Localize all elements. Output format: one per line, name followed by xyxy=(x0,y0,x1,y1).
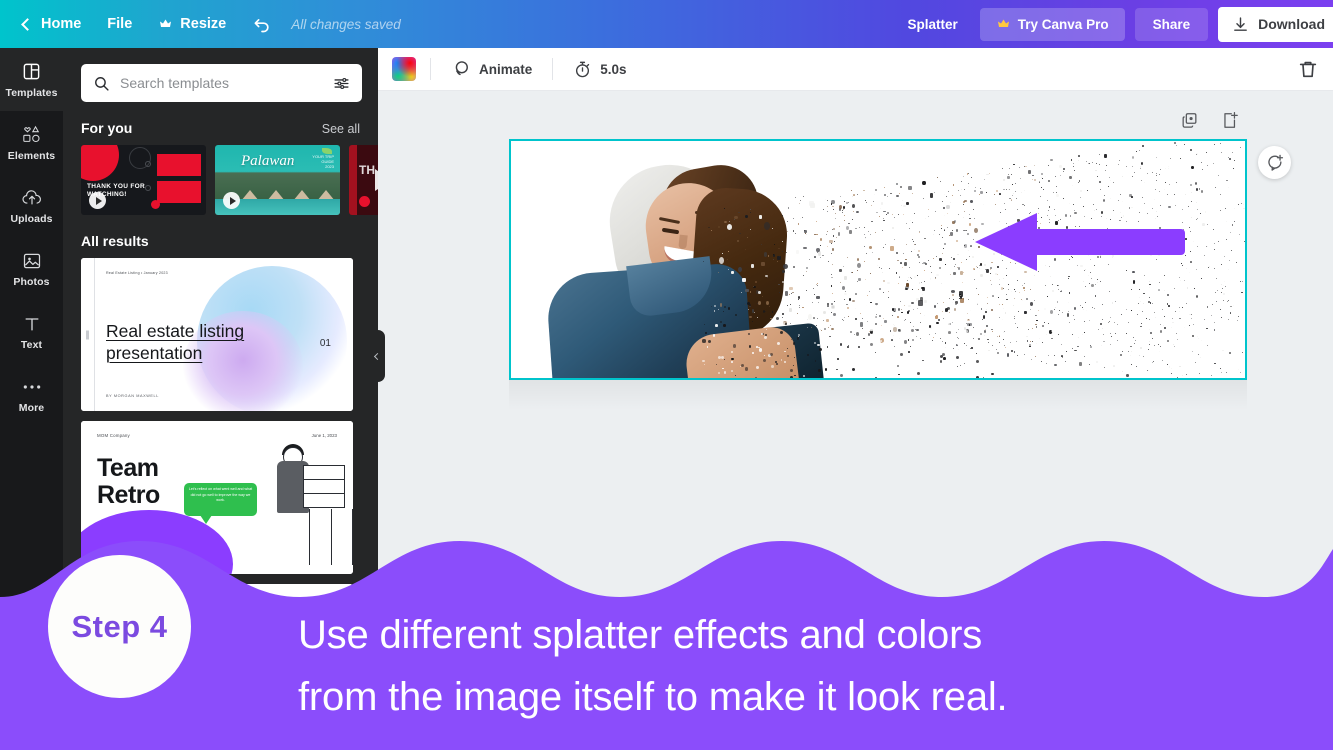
sidebar-item-label: Templates xyxy=(5,86,58,99)
shapes-icon xyxy=(21,124,42,146)
thumb-line-1: THANK YOU FOR xyxy=(87,183,145,190)
page-shadow xyxy=(509,380,1247,410)
card-byline: BY MORGAN MAXWELL xyxy=(106,394,159,398)
play-icon xyxy=(89,192,106,209)
add-page-icon[interactable] xyxy=(1221,111,1240,130)
animate-circles-icon xyxy=(455,61,468,76)
share-label: Share xyxy=(1152,16,1191,32)
chevron-left-icon xyxy=(21,17,34,31)
banner-content: Step 4 Use different splatter effects an… xyxy=(0,555,1333,750)
sidebar-item-label: Elements xyxy=(7,149,56,162)
template-card-team-retro[interactable]: MOM Company June 1, 2023 Team Retro Let's… xyxy=(81,421,353,574)
for-you-see-all-link[interactable]: See all xyxy=(322,122,360,136)
crown-icon xyxy=(997,19,1009,27)
chevron-left-icon xyxy=(373,352,381,360)
card-eyebrow: Real Estate Listing • January 2023 xyxy=(106,271,168,275)
ellipsis-icon xyxy=(22,376,42,398)
resize-button[interactable]: Resize xyxy=(145,9,239,39)
panel-collapse-handle[interactable] xyxy=(371,330,385,382)
step-label: Step 4 xyxy=(71,608,168,644)
document-title[interactable]: Splatter xyxy=(896,10,970,39)
card-company: MOM Company xyxy=(97,433,130,438)
add-comment-button[interactable] xyxy=(1258,146,1291,179)
banner-line-1: Use different splatter effects and color… xyxy=(298,613,983,657)
play-icon xyxy=(223,192,240,209)
stopwatch-icon xyxy=(576,61,590,77)
file-label: File xyxy=(107,16,133,32)
try-pro-label: Try Canva Pro xyxy=(1017,16,1109,32)
download-label: Download xyxy=(1258,16,1325,32)
card-date: June 1, 2023 xyxy=(311,433,337,438)
toolbar-divider xyxy=(430,58,431,80)
file-menu-button[interactable]: File xyxy=(94,9,145,39)
sidebar-item-label: Text xyxy=(20,338,43,351)
duration-label: 5.0s xyxy=(600,61,627,77)
templates-grid-icon xyxy=(22,61,41,83)
top-bar: Home File Resize All changes saved Splat… xyxy=(0,0,1333,48)
for-you-header: For you See all xyxy=(63,102,378,145)
undo-arrow-icon xyxy=(254,19,269,33)
all-results-title: All results xyxy=(81,233,149,249)
design-page[interactable] xyxy=(509,139,1247,380)
add-comment-icon xyxy=(1268,154,1284,171)
sidebar-item-elements[interactable]: Elements xyxy=(0,111,63,174)
animate-label: Animate xyxy=(479,61,533,77)
share-button[interactable]: Share xyxy=(1134,7,1209,41)
sidebar-item-uploads[interactable]: Uploads xyxy=(0,174,63,237)
search-container xyxy=(63,48,378,102)
thumb-caption: YOUR TRIP GUIDE 2023 xyxy=(312,154,334,169)
purple-left-arrow[interactable] xyxy=(975,213,1185,271)
sidebar-item-label: Uploads xyxy=(10,212,53,225)
for-you-thumbnail-row: THANK YOU FOR WATCHING! Palawan YOUR TRI… xyxy=(63,145,378,215)
editor-toolbar: Animate 5.0s xyxy=(378,48,1333,91)
thumb-title: Palawan xyxy=(241,153,295,169)
editor-toolbar-right xyxy=(1297,58,1319,80)
sidebar-item-text[interactable]: Text xyxy=(0,300,63,363)
search-box[interactable] xyxy=(81,64,362,102)
template-thumbnail[interactable]: Palawan YOUR TRIP GUIDE 2023 xyxy=(215,145,340,215)
duration-button[interactable]: 5.0s xyxy=(567,55,632,84)
card-title: Real estate listing presentation xyxy=(106,321,245,363)
home-button[interactable]: Home xyxy=(10,9,94,39)
sidebar-item-photos[interactable]: Photos xyxy=(0,237,63,300)
try-canva-pro-button[interactable]: Try Canva Pro xyxy=(979,7,1125,41)
image-icon xyxy=(22,250,42,272)
text-t-icon xyxy=(22,313,42,335)
step-badge: Step 4 xyxy=(48,555,191,698)
template-card-real-estate[interactable]: Real Estate Listing • January 2023 Real … xyxy=(81,258,353,411)
toolbar-divider xyxy=(552,58,554,80)
trash-icon[interactable] xyxy=(1297,58,1319,80)
sidebar-item-more[interactable]: More xyxy=(0,363,63,426)
cloud-upload-icon xyxy=(21,187,43,209)
home-label: Home xyxy=(41,16,82,32)
search-input[interactable] xyxy=(120,75,323,91)
banner-line-2: from the image itself to make it look re… xyxy=(298,675,1008,719)
animate-button[interactable]: Animate xyxy=(445,54,538,84)
template-thumbnail[interactable]: TH xyxy=(349,145,378,215)
top-bar-right-group: Splatter Try Canva Pro Share Download xyxy=(896,6,1333,42)
for-you-title: For you xyxy=(81,120,133,136)
card-title: Team Retro xyxy=(97,454,160,509)
card-bubble-text: Let's reflect on what went well and what… xyxy=(188,487,253,503)
sidebar-item-label: Photos xyxy=(13,275,50,288)
search-icon xyxy=(95,76,109,91)
save-status-label: All changes saved xyxy=(291,16,401,32)
download-icon xyxy=(1234,16,1247,31)
top-bar-left-group: Home File Resize All changes saved xyxy=(0,7,401,41)
undo-button[interactable] xyxy=(239,7,285,41)
page-tools xyxy=(1180,111,1240,130)
banner-instruction-text: Use different splatter effects and color… xyxy=(298,604,1308,728)
rainbow-color-swatch[interactable] xyxy=(392,57,416,81)
card-number: 01 xyxy=(319,338,331,349)
sidebar-item-label: More xyxy=(18,401,45,414)
duplicate-page-icon[interactable] xyxy=(1180,111,1199,130)
sliders-filter-icon[interactable] xyxy=(333,75,350,92)
resize-label: Resize xyxy=(180,16,227,32)
sidebar-item-templates[interactable]: Templates xyxy=(0,48,63,111)
all-results-header: All results xyxy=(63,215,378,258)
download-button[interactable]: Download xyxy=(1218,6,1333,42)
thumb-title: TH xyxy=(359,163,375,177)
crown-icon xyxy=(160,19,172,27)
template-thumbnail[interactable]: THANK YOU FOR WATCHING! xyxy=(81,145,206,215)
